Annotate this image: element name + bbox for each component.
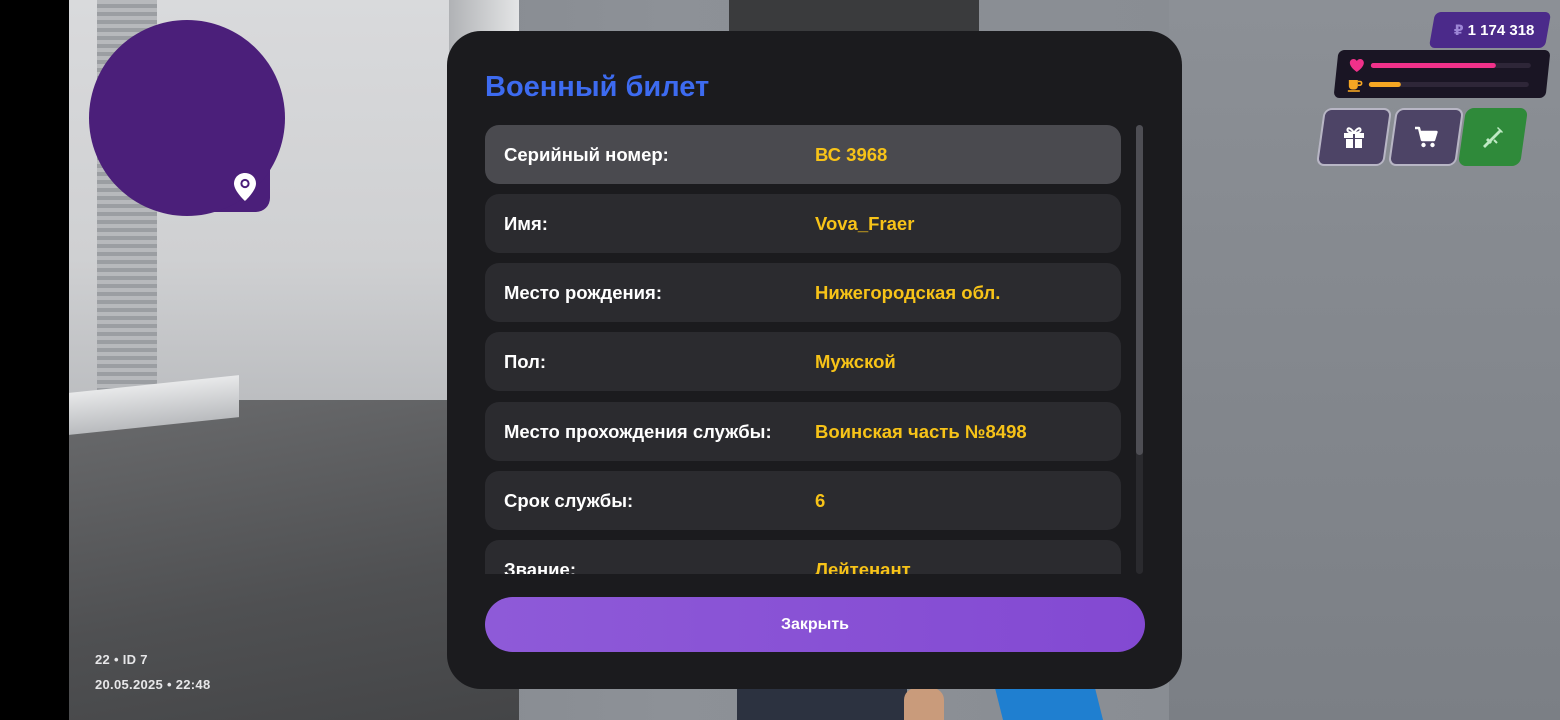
player-item — [995, 688, 1103, 720]
player-hand — [904, 688, 944, 720]
row-value: Лейтенант — [815, 559, 911, 574]
row-value: Мужской — [815, 351, 896, 372]
info-row-rank[interactable]: Звание: Лейтенант — [485, 540, 1121, 574]
info-row-birthplace[interactable]: Место рождения: Нижегородская обл. — [485, 263, 1121, 322]
weapon-button[interactable] — [1457, 108, 1529, 166]
row-label: Звание: — [504, 559, 577, 574]
shop-button[interactable] — [1387, 108, 1465, 166]
row-label: Серийный номер: — [504, 144, 669, 165]
rifle-icon — [1483, 127, 1503, 148]
ruble-icon: ₽ — [1453, 22, 1464, 38]
row-label: Место рождения: — [504, 282, 663, 303]
info-row-gender[interactable]: Пол: Мужской — [485, 332, 1121, 391]
player-character — [737, 688, 907, 720]
military-id-dialog: Военный билет Серийный номер: ВС 3968 Им… — [447, 31, 1182, 689]
cup-icon — [1347, 80, 1363, 92]
row-value: ВС 3968 — [815, 144, 888, 165]
scrollbar-thumb[interactable] — [1136, 125, 1143, 455]
hunger-bar-fill — [1368, 82, 1401, 87]
money-panel: ₽ 1 174 318 — [1428, 12, 1552, 48]
row-value: Нижегородская обл. — [815, 282, 1001, 303]
row-value: Vova_Fraer — [815, 213, 915, 234]
hunger-bar — [1368, 82, 1529, 87]
health-stat — [1337, 56, 1549, 76]
hunger-stat — [1335, 75, 1547, 95]
health-bar-fill — [1370, 63, 1496, 68]
gift-icon — [1344, 127, 1364, 148]
row-label: Срок службы: — [504, 490, 634, 511]
close-button[interactable]: Закрыть — [485, 597, 1145, 652]
heart-icon — [1349, 59, 1364, 72]
gift-button[interactable] — [1315, 108, 1393, 166]
row-label: Имя: — [504, 213, 548, 234]
location-pin-icon — [234, 173, 256, 201]
info-row-name[interactable]: Имя: Vova_Fraer — [485, 194, 1121, 253]
dialog-title: Военный билет — [485, 71, 710, 103]
datetime-label: 20.05.2025 • 22:48 — [95, 677, 211, 692]
stats-panel — [1333, 50, 1551, 98]
row-value: 6 — [815, 490, 826, 511]
scrollbar[interactable] — [1136, 125, 1143, 574]
row-label: Место прохождения службы: — [504, 421, 772, 442]
info-list[interactable]: Серийный номер: ВС 3968 Имя: Vova_Fraer … — [485, 125, 1121, 574]
player-id-label: 22 • ID 7 — [95, 652, 148, 667]
cart-icon — [1415, 126, 1438, 148]
info-row-service-place[interactable]: Место прохождения службы: Воинская часть… — [485, 402, 1121, 461]
row-value: Воинская часть №8498 — [815, 421, 1027, 442]
money-amount: 1 174 318 — [1467, 21, 1534, 39]
info-row-service-term[interactable]: Срок службы: 6 — [485, 471, 1121, 530]
health-bar — [1370, 63, 1531, 68]
info-row-serial[interactable]: Серийный номер: ВС 3968 — [485, 125, 1121, 184]
row-label: Пол: — [504, 351, 547, 372]
